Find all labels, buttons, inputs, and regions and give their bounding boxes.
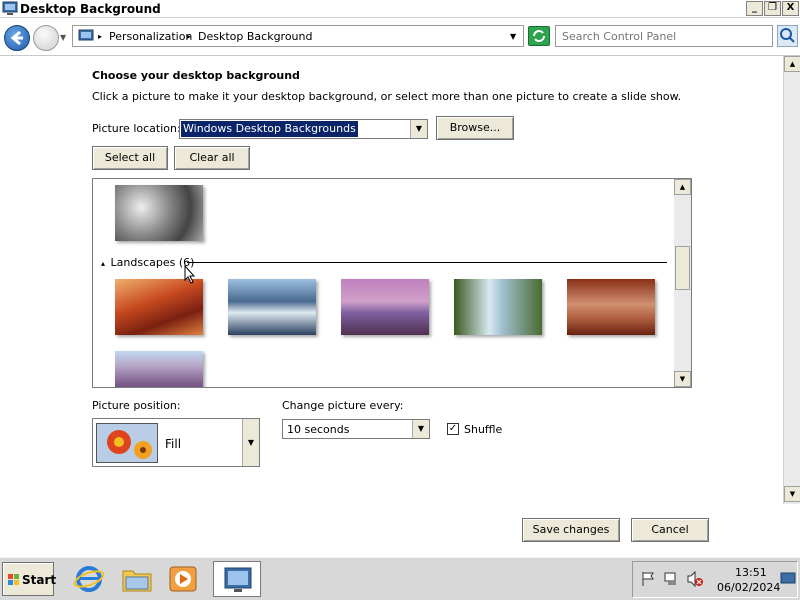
file-explorer-icon[interactable] [120,563,154,595]
shuffle-label: Shuffle [464,423,503,436]
back-button[interactable] [4,25,30,51]
chevron-down-icon[interactable]: ▼ [412,420,429,438]
gallery-scrollbar[interactable]: ▲ ▼ [674,179,691,387]
wallpaper-thumbnail[interactable] [228,279,316,335]
scroll-thumb[interactable] [675,246,690,290]
page-description: Click a picture to make it your desktop … [92,90,682,103]
wallpaper-thumbnail[interactable] [115,351,203,387]
page-title: Choose your desktop background [92,69,300,82]
mouse-cursor-icon [184,265,196,284]
shuffle-checkbox[interactable]: ✓ [447,423,459,435]
taskbar: Start [0,557,800,600]
save-changes-button[interactable]: Save changes [522,518,620,542]
chevron-down-icon[interactable]: ▼ [410,120,427,138]
breadcrumb-desktop-background[interactable]: Desktop Background [198,30,313,43]
picture-location-dropdown[interactable]: Windows Desktop Backgrounds ▼ [179,119,428,139]
start-label: Start [22,573,57,587]
refresh-button[interactable] [528,26,550,46]
wallpaper-thumbnail[interactable] [454,279,542,335]
forward-button[interactable] [33,25,59,51]
control-panel-icon [2,1,18,15]
address-bar[interactable]: ▸ Personalization ▸ Desktop Background ▼ [72,25,524,47]
chevron-down-icon[interactable]: ▼ [242,419,259,466]
cancel-button[interactable]: Cancel [631,518,709,542]
search-icon [780,28,795,43]
volume-muted-icon[interactable] [686,571,704,587]
navigation-bar: ▼ ▸ Personalization ▸ Desktop Background… [0,19,800,56]
network-icon[interactable] [663,571,679,587]
clock-time[interactable]: 13:51 [735,566,767,579]
wallpaper-thumbnail[interactable] [567,279,655,335]
start-button[interactable]: Start [2,562,57,596]
position-preview-image [96,423,158,463]
refresh-icon [533,30,545,42]
clear-all-button[interactable]: Clear all [174,146,250,170]
change-picture-label: Change picture every: [282,399,404,412]
window-title: Desktop Background [20,2,161,16]
wallpaper-gallery[interactable]: ▴ Landscapes (6) ▲ ▼ [92,178,692,388]
internet-explorer-icon[interactable] [72,563,106,595]
group-collapse-toggle[interactable]: ▴ Landscapes (6) [101,256,194,269]
scroll-up-button[interactable]: ▲ [784,56,800,72]
recent-pages-dropdown[interactable]: ▼ [60,33,66,42]
picture-position-value: Fill [165,437,182,451]
control-panel-icon [224,567,252,592]
page-scrollbar[interactable]: ▲ ▼ [783,56,800,504]
title-bar: Desktop Background _ ❐ X [0,0,800,18]
scroll-down-button[interactable]: ▼ [784,486,800,502]
media-player-icon[interactable] [166,563,200,595]
back-arrow-icon [10,30,23,46]
group-divider [187,262,667,263]
show-desktop-icon[interactable] [780,571,796,587]
change-interval-value: 10 seconds [287,423,350,436]
breadcrumb-personalization[interactable]: Personalization [109,30,192,43]
search-input[interactable] [555,25,773,47]
search-button[interactable] [777,25,798,47]
clock-date[interactable]: 06/02/2024 [717,581,780,594]
select-all-button[interactable]: Select all [92,146,168,170]
picture-location-value: Windows Desktop Backgrounds [181,121,358,137]
wallpaper-thumbnail[interactable] [115,279,203,335]
breadcrumb-separator[interactable]: ▸ [187,32,191,41]
picture-location-label: Picture location: [92,122,181,135]
picture-position-label: Picture position: [92,399,181,412]
address-dropdown-arrow[interactable]: ▼ [510,32,516,41]
windows-logo-icon [8,574,19,585]
scroll-down-button[interactable]: ▼ [674,371,691,387]
change-interval-dropdown[interactable]: 10 seconds ▼ [282,419,430,439]
breadcrumb-separator[interactable]: ▸ [98,32,102,41]
group-title: Landscapes (6) [110,256,195,269]
maximize-button[interactable]: ❐ [764,1,781,16]
wallpaper-thumbnail[interactable] [341,279,429,335]
taskbar-active-window[interactable] [213,561,261,597]
action-center-flag-icon[interactable] [640,571,656,587]
close-button[interactable]: X [782,1,799,16]
picture-position-dropdown[interactable]: Fill ▼ [92,418,260,467]
wallpaper-thumbnail[interactable] [115,185,203,241]
minimize-button[interactable]: _ [746,1,763,16]
browse-button[interactable]: Browse... [436,116,514,140]
scroll-up-button[interactable]: ▲ [674,179,691,195]
control-panel-icon [78,29,94,41]
